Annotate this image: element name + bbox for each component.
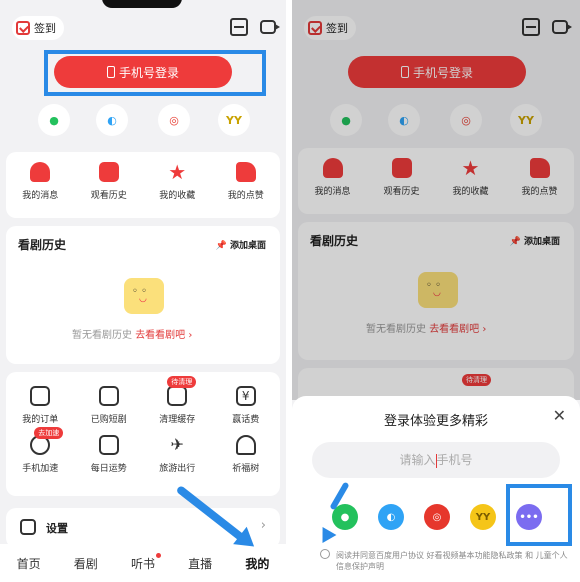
clear-cache-item[interactable]: 待清理清理缓存 <box>147 376 207 425</box>
quick-label: 我的收藏 <box>159 191 196 201</box>
tool-label: 手机加速 <box>22 464 59 474</box>
fortune-icon <box>98 435 119 455</box>
tab-audiobooks[interactable]: 听书 <box>130 552 161 572</box>
checkin-label: 签到 <box>34 22 56 35</box>
go-watch-link[interactable]: 去看看剧吧 › <box>135 330 192 341</box>
clean-badge: 待清理 <box>167 376 197 388</box>
plane-icon: ✈ <box>170 435 184 454</box>
highlight-box <box>506 484 572 546</box>
chevron-right-icon: › <box>260 518 266 533</box>
wish-tree-item[interactable]: 祈福树 <box>216 435 276 474</box>
history-title: 看剧历史 <box>18 238 67 252</box>
agreement-text[interactable]: 阅读并同意百度用户协议 好看视频基本功能隐私政策 和 儿童个人信息保护声明 <box>318 550 568 572</box>
purchased-dramas-item[interactable]: 已购短剧 <box>79 386 139 425</box>
yen-icon: ¥ <box>235 386 256 406</box>
wechat-login-icon[interactable]: ● <box>38 104 70 136</box>
tool-label: 每日运势 <box>90 464 127 474</box>
add-desktop-label: 添加桌面 <box>229 241 266 251</box>
empty-state: 暂无看剧历史 去看看剧吧 › <box>72 326 192 341</box>
tool-label: 清理缓存 <box>159 415 196 425</box>
tab-me[interactable]: 我的 <box>245 555 269 572</box>
watch-history-card: 看剧历史 📌 添加桌面 暂无看剧历史 去看看剧吧 › <box>6 226 280 364</box>
empty-mascot <box>124 278 164 314</box>
watch-history-item[interactable]: 观看历史 <box>79 162 139 201</box>
daily-fortune-item[interactable]: 每日运势 <box>79 435 139 474</box>
tab-home[interactable]: 首页 <box>17 555 41 572</box>
tool-label: 已购短剧 <box>90 415 127 425</box>
tool-label: 旅游出行 <box>159 464 196 474</box>
clean-icon <box>167 386 188 406</box>
my-likes-item[interactable]: 我的点赞 <box>216 162 276 201</box>
notification-dot <box>155 552 161 558</box>
quick-label: 我的点赞 <box>227 191 264 201</box>
dim-overlay[interactable] <box>292 0 580 400</box>
checkin-button[interactable]: 签到 <box>12 16 64 40</box>
travel-item[interactable]: ✈ 旅游出行 <box>147 435 207 474</box>
sheet-title: 登录体验更多精彩 <box>383 414 488 429</box>
tree-icon <box>235 435 256 455</box>
yy-login-icon[interactable]: YY <box>470 504 496 530</box>
weibo-login-icon[interactable]: ◎ <box>158 104 190 136</box>
tab-audiobooks-label: 听书 <box>130 556 155 571</box>
bell-icon <box>30 162 51 182</box>
purchased-icon <box>98 386 119 406</box>
win-credit-item[interactable]: ¥ 赢话费 <box>216 386 276 425</box>
quick-label: 观看历史 <box>90 191 127 201</box>
profile-screen-left: 签到 手机号登录 ● ◐ ◎ YY 我的消息 观看历史 ★ 我的收藏 我的点赞 … <box>0 0 286 582</box>
tool-label: 我的订单 <box>22 415 59 425</box>
boost-badge: 去加速 <box>34 427 64 439</box>
settings-label: 设置 <box>46 522 68 535</box>
my-orders-item[interactable]: 我的订单 <box>10 386 70 425</box>
quick-menu-card: 我的消息 观看历史 ★ 我的收藏 我的点赞 <box>6 152 280 218</box>
login-bottom-sheet: 登录体验更多精彩 ✕ 请输入手机号 ● ◐ ◎ YY ••• 阅读并同意百度用户… <box>292 396 580 582</box>
tab-dramas[interactable]: 看剧 <box>74 555 98 572</box>
tool-label: 祈福树 <box>232 464 260 474</box>
add-desktop-button[interactable]: 📌 添加桌面 <box>216 238 266 251</box>
scan-icon[interactable] <box>230 18 248 36</box>
tools-card: 我的订单 已购短剧 待清理清理缓存 ¥ 赢话费 去加速手机加速 每日运势 ✈ 旅游出… <box>6 372 280 496</box>
calendar-check-icon <box>16 21 30 35</box>
highlight-box <box>44 50 266 96</box>
tool-label: 赢话费 <box>232 415 260 425</box>
phone-number-input[interactable]: 请输入手机号 <box>312 442 560 478</box>
close-icon[interactable]: ✕ <box>553 406 566 425</box>
tab-live[interactable]: 直播 <box>188 555 212 572</box>
profile-screen-login-sheet: 签到 手机号登录 ● ◐ ◎ YY 我的消息 观看历史 ★ 我的收藏 我的点赞 看… <box>292 0 580 582</box>
qq-login-icon[interactable]: ◐ <box>378 504 404 530</box>
thumbs-up-icon <box>235 162 256 182</box>
empty-text: 暂无看剧历史 <box>72 330 132 341</box>
weibo-login-icon[interactable]: ◎ <box>424 504 450 530</box>
my-favorites-item[interactable]: ★ 我的收藏 <box>147 162 207 201</box>
qq-login-icon[interactable]: ◐ <box>96 104 128 136</box>
video-icon[interactable] <box>260 20 280 34</box>
top-bar: 签到 <box>8 14 280 42</box>
input-placeholder-start: 请输入 <box>399 453 436 467</box>
star-icon: ★ <box>168 160 187 184</box>
camera-notch <box>102 0 182 8</box>
input-placeholder-end: 手机号 <box>436 453 473 467</box>
order-icon <box>30 386 51 406</box>
history-icon <box>98 162 119 182</box>
phone-boost-item[interactable]: 去加速手机加速 <box>10 427 70 474</box>
gear-icon <box>20 519 36 535</box>
quick-label: 我的消息 <box>22 191 59 201</box>
my-messages-item[interactable]: 我的消息 <box>10 162 70 201</box>
yy-login-icon[interactable]: YY <box>218 104 250 136</box>
